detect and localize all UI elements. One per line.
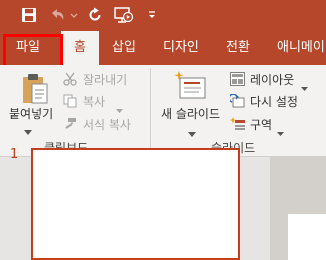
undo-button[interactable]	[48, 4, 78, 26]
present-from-start-icon	[113, 6, 135, 24]
redo-button[interactable]	[85, 4, 105, 26]
new-slide-label[interactable]: 새 슬라이드	[161, 105, 220, 122]
copy-label[interactable]: 복사	[83, 93, 105, 110]
reset-icon	[228, 93, 245, 112]
format-painter-button[interactable]	[63, 116, 77, 135]
new-slide-icon	[174, 71, 208, 105]
section-icon	[229, 116, 246, 135]
present-from-start-button[interactable]	[112, 4, 136, 26]
save-icon	[21, 7, 37, 23]
section-dropdown-icon[interactable]	[277, 122, 284, 141]
layout-dropdown-icon[interactable]	[301, 77, 308, 96]
slide-number: 1	[10, 147, 19, 162]
customize-qat-icon	[147, 10, 157, 20]
tab-animations[interactable]: 애니메이	[277, 31, 325, 65]
tab-design[interactable]: 디자인	[163, 31, 199, 65]
section-label[interactable]: 구역	[250, 116, 272, 133]
cut-label[interactable]: 잘라내기	[83, 71, 127, 88]
save-button[interactable]	[18, 4, 40, 26]
new-slide-dropdown-icon[interactable]	[188, 123, 196, 142]
reset-button[interactable]	[228, 93, 245, 112]
tab-insert[interactable]: 삽입	[112, 31, 136, 65]
quick-access-toolbar	[0, 0, 326, 31]
reset-label[interactable]: 다시 설정	[250, 93, 298, 110]
cut-icon	[63, 71, 77, 90]
customize-qat-button[interactable]	[145, 4, 159, 26]
layout-icon	[230, 71, 245, 90]
group-separator	[150, 68, 151, 152]
file-tab-highlight	[3, 34, 63, 69]
copy-icon	[63, 93, 77, 112]
slide-thumbnail[interactable]	[31, 148, 240, 260]
layout-button[interactable]	[230, 71, 245, 90]
redo-icon	[87, 7, 103, 23]
section-button[interactable]	[229, 116, 246, 135]
new-slide-button[interactable]	[174, 71, 208, 105]
undo-icon	[48, 7, 78, 23]
format-painter-label[interactable]: 서식 복사	[83, 116, 131, 133]
paste-button[interactable]	[20, 71, 50, 109]
tab-transitions[interactable]: 전환	[226, 31, 250, 65]
layout-label[interactable]: 레이아웃	[250, 71, 294, 88]
copy-button[interactable]	[63, 93, 77, 112]
slide-canvas[interactable]	[288, 214, 326, 260]
tab-home[interactable]: 홈	[61, 31, 99, 65]
paste-label[interactable]: 붙여넣기	[9, 105, 53, 122]
format-painter-icon	[63, 116, 77, 135]
ribbon: 붙여넣기 잘라내기 복사 서식 복사 클립보드	[0, 65, 326, 158]
paste-dropdown-icon[interactable]	[24, 121, 32, 140]
cut-button[interactable]	[63, 71, 77, 90]
